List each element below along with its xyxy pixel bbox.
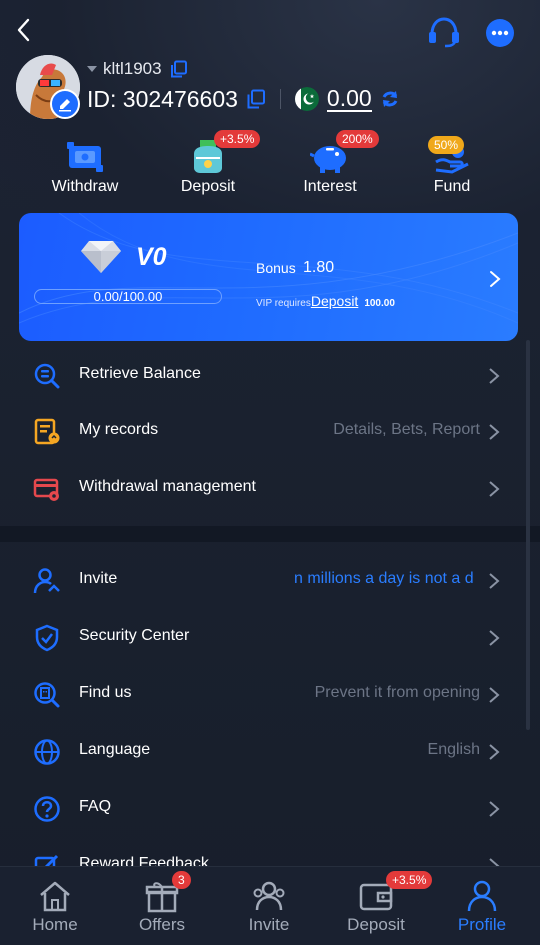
caret-down-icon[interactable] xyxy=(87,66,97,72)
nav-invite[interactable]: Invite xyxy=(215,867,323,945)
vip-progress-text: 0.00/100.00 xyxy=(93,289,163,304)
diamond-icon xyxy=(81,241,121,273)
records-icon xyxy=(34,418,60,445)
profile-icon xyxy=(467,880,497,912)
deposit-label: Deposit xyxy=(180,178,236,195)
chevron-right-icon xyxy=(489,687,500,703)
globe-icon xyxy=(34,739,60,765)
menu-find-us[interactable]: Find us Prevent it from opening xyxy=(0,666,540,723)
menu-language[interactable]: Language English xyxy=(0,723,540,780)
chevron-right-icon xyxy=(489,424,500,440)
wallet-icon xyxy=(67,142,103,172)
vip-wave-pattern xyxy=(19,213,518,324)
fund-label: Fund xyxy=(433,178,471,195)
vip-requirement: VIP requires Deposit 100.00 xyxy=(256,293,395,309)
menu-my-records[interactable]: My records Details, Bets, Report xyxy=(0,403,540,460)
vip-requires-amount: 100.00 xyxy=(364,298,395,309)
scrollbar[interactable] xyxy=(526,340,530,730)
vip-requires-label: VIP requires xyxy=(256,298,311,309)
headset-icon[interactable] xyxy=(427,16,461,48)
fund-percent-tag: 50% xyxy=(428,136,465,154)
menu-withdrawal-management[interactable]: Withdrawal management xyxy=(0,460,540,517)
deposit-bonus-badge: +3.5% xyxy=(386,871,433,889)
chevron-right-icon xyxy=(489,630,500,646)
interest-rate-tag: 200% xyxy=(336,130,379,148)
question-icon xyxy=(34,796,60,822)
username: kltl1903 xyxy=(103,59,162,78)
menu-label: My records xyxy=(79,421,159,438)
vip-deposit-link[interactable]: Deposit xyxy=(311,293,358,309)
card-gear-icon xyxy=(33,478,59,501)
fund-action[interactable]: 50% Fund xyxy=(402,130,502,200)
menu-retrieve-balance[interactable]: Retrieve Balance xyxy=(0,347,540,404)
pencil-icon xyxy=(59,99,71,112)
chat-bubble-icon[interactable] xyxy=(485,18,515,48)
nav-profile[interactable]: Profile xyxy=(428,867,536,945)
find-building-icon xyxy=(34,682,60,708)
menu-hint: Prevent it from opening xyxy=(314,684,480,701)
deposit-bonus-tag: +3.5% xyxy=(214,130,261,148)
nav-label: Offers xyxy=(139,915,185,934)
interest-action[interactable]: 200% Interest xyxy=(280,130,380,200)
nav-home[interactable]: Home xyxy=(1,867,109,945)
deposit-action[interactable]: +3.5% Deposit xyxy=(158,130,261,200)
back-arrow-icon[interactable] xyxy=(12,16,36,44)
vip-level: V0 xyxy=(136,243,167,271)
username-row: kltl1903 xyxy=(87,58,188,80)
menu-invite[interactable]: Invite n millions a day is not a d xyxy=(0,552,540,609)
offers-count-badge: 3 xyxy=(172,871,191,889)
bottom-navigation: Home 3 Offers Invite +3.5% Deposit Profi… xyxy=(0,866,540,945)
home-icon xyxy=(40,881,70,912)
vip-bonus-value: 1.80 xyxy=(303,259,335,276)
menu-label: FAQ xyxy=(79,798,112,815)
user-id: ID: 302476603 xyxy=(87,85,238,112)
vip-card[interactable]: V0 0.00/100.00 Bonus 1.80 VIP requires D… xyxy=(19,213,518,341)
menu-security-center[interactable]: Security Center xyxy=(0,609,540,666)
interest-label: Interest xyxy=(303,178,357,195)
copy-id-icon[interactable] xyxy=(246,89,266,109)
vip-bonus-label: Bonus xyxy=(256,260,296,276)
withdraw-label: Withdraw xyxy=(51,178,119,195)
edit-avatar-button[interactable] xyxy=(50,89,80,119)
section-divider xyxy=(0,526,540,542)
menu-label: Withdrawal management xyxy=(79,478,256,495)
refresh-icon[interactable] xyxy=(380,89,400,109)
menu-label: Retrieve Balance xyxy=(79,365,201,382)
top-bar xyxy=(0,0,540,56)
withdraw-action[interactable]: Withdraw xyxy=(35,130,135,200)
chevron-right-icon xyxy=(489,744,500,760)
chevron-right-icon xyxy=(489,573,500,589)
menu-hint: Details, Bets, Report xyxy=(333,421,480,438)
chevron-right-icon xyxy=(489,801,500,817)
menu-label: Security Center xyxy=(79,627,190,644)
nav-label: Home xyxy=(32,915,78,934)
menu-faq[interactable]: FAQ xyxy=(0,780,540,837)
retrieve-balance-icon xyxy=(34,363,60,389)
current-language: English xyxy=(427,741,480,758)
users-icon xyxy=(253,881,285,911)
nav-label: Deposit xyxy=(347,915,405,934)
nav-label: Invite xyxy=(248,915,290,934)
invite-user-icon xyxy=(33,568,60,594)
chevron-right-icon xyxy=(490,271,501,287)
copy-icon[interactable] xyxy=(170,60,188,78)
nav-deposit[interactable]: +3.5% Deposit xyxy=(322,867,433,945)
divider xyxy=(279,89,281,109)
profile-screen: kltl1903 ID: 302476603 0.00 Withdraw +3.… xyxy=(0,0,540,945)
menu-label: Invite xyxy=(79,570,118,587)
chevron-right-icon xyxy=(489,481,500,497)
menu-label: Language xyxy=(79,741,151,758)
balance-amount: 0.00 xyxy=(326,85,372,112)
nav-offers[interactable]: 3 Offers xyxy=(108,867,216,945)
pakistan-flag-icon xyxy=(294,87,319,111)
menu-label: Find us xyxy=(79,684,132,701)
invite-marquee-text: n millions a day is not a d xyxy=(294,570,474,587)
shield-check-icon xyxy=(35,624,59,652)
chevron-right-icon xyxy=(489,368,500,384)
id-balance-row: ID: 302476603 0.00 xyxy=(87,84,400,114)
nav-label: Profile xyxy=(457,915,507,934)
